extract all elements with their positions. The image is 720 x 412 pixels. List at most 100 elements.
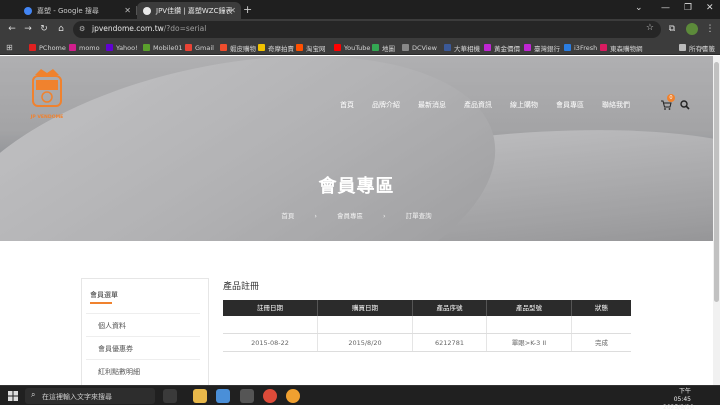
- bookmark-favicon-icon: [220, 44, 227, 51]
- scrollbar-thumb[interactable]: [714, 62, 719, 302]
- nav-products[interactable]: 產品資訊: [464, 100, 492, 112]
- bookmark-item[interactable]: PChome: [29, 42, 66, 53]
- breadcrumb-separator: ›: [314, 212, 317, 220]
- apps-grid-icon[interactable]: ⊞: [6, 43, 15, 52]
- bookmark-item[interactable]: 奇摩拍賣: [258, 42, 294, 53]
- sidebar-item-profile[interactable]: 個人資料: [86, 313, 200, 335]
- bookmark-favicon-icon: [564, 44, 571, 51]
- new-tab-button[interactable]: +: [243, 3, 252, 16]
- all-bookmarks-folder[interactable]: 所有書籤: [679, 42, 715, 53]
- bookmark-label: momo: [79, 43, 100, 52]
- address-bar[interactable]: ⚙ jpvendome.com.tw/?do=serial ☆: [73, 21, 661, 38]
- nav-shop[interactable]: 線上購物: [510, 100, 538, 112]
- file-explorer-icon[interactable]: [193, 389, 207, 403]
- bookmarks-bar: ⊞ PChome momo Yahoo! Mobile01 Gmail 蝦皮購物 奇摩拍賣 淘…: [0, 40, 720, 55]
- home-icon[interactable]: ⌂: [55, 23, 67, 35]
- menu-icon[interactable]: ⋮: [704, 23, 716, 35]
- profile-avatar[interactable]: [686, 23, 698, 35]
- bookmark-star-icon[interactable]: ☆: [646, 23, 654, 33]
- reload-icon[interactable]: ↻: [38, 23, 50, 35]
- member-sidebar: 會員選單 個人資料 會員優惠券 紅利點數明細: [81, 278, 209, 385]
- google-icon: [24, 6, 32, 15]
- site-favicon: [143, 6, 151, 15]
- bookmark-favicon-icon: [524, 44, 531, 51]
- app-icon[interactable]: [286, 389, 300, 403]
- bookmark-favicon-icon: [29, 44, 36, 51]
- close-tab-icon[interactable]: ✕: [124, 6, 131, 15]
- bookmark-item[interactable]: 臺灣銀行: [524, 42, 560, 53]
- bookmark-favicon-icon: [372, 44, 379, 51]
- bookmark-item[interactable]: 東森購物網: [600, 42, 643, 53]
- tab-title: 嘉塑 - Google 搜尋: [37, 6, 99, 15]
- bookmark-item[interactable]: 淘宝网: [296, 42, 326, 53]
- sidebar-item-coupons[interactable]: 會員優惠券: [86, 336, 200, 358]
- taskbar-search-box[interactable]: ⌕ 在這裡輸入文字來搜尋: [25, 388, 155, 404]
- bookmark-label: Yahoo!: [116, 43, 138, 52]
- tab-jpvendome[interactable]: JPV佳鑽 | 嘉塑WZC鐘表 ✕: [137, 2, 241, 19]
- bookmark-item[interactable]: Mobile01: [143, 42, 183, 53]
- bookmark-item[interactable]: i3Fresh: [564, 42, 597, 53]
- nav-member[interactable]: 會員專區: [556, 100, 584, 112]
- bookmark-item[interactable]: Yahoo!: [106, 42, 138, 53]
- system-clock[interactable]: 下午 05:45 2025/8/10: [663, 388, 694, 412]
- bookmark-label: 淘宝网: [306, 44, 326, 53]
- col-purchase-date: 購買日期: [318, 300, 413, 316]
- nav-brand[interactable]: 品牌介紹: [372, 100, 400, 112]
- nav-contact[interactable]: 聯絡我們: [602, 100, 630, 112]
- bookmark-favicon-icon: [402, 44, 409, 51]
- chrome-icon[interactable]: [263, 389, 277, 403]
- bookmark-item[interactable]: Gmail: [185, 42, 214, 53]
- tab-search-icon[interactable]: ⌄: [635, 3, 643, 13]
- bookmark-label: 臺灣銀行: [534, 44, 560, 53]
- bookmark-label: 奇摩拍賣: [268, 44, 294, 53]
- app-icon[interactable]: [240, 389, 254, 403]
- extensions-icon[interactable]: ⧉: [666, 23, 678, 35]
- nav-news[interactable]: 最新消息: [418, 100, 446, 112]
- bookmark-item[interactable]: 黃金價價: [484, 42, 520, 53]
- cell-serial: 6212781: [413, 334, 487, 351]
- web-page: JP VENDOME 首頁 品牌介紹 最新消息 產品資訊 線上購物 會員專區 聯…: [0, 56, 713, 385]
- cell: [572, 316, 631, 333]
- bookmark-item[interactable]: 地圖: [372, 42, 395, 53]
- breadcrumb-member[interactable]: 會員專區: [337, 212, 363, 220]
- bookmark-item[interactable]: 大華相機: [444, 42, 480, 53]
- back-icon[interactable]: ←: [6, 23, 18, 35]
- bookmark-label: PChome: [39, 43, 66, 52]
- forward-icon[interactable]: →: [22, 23, 34, 35]
- site-info-icon[interactable]: ⚙: [79, 25, 88, 34]
- minimize-button[interactable]: —: [661, 3, 670, 13]
- bookmark-favicon-icon: [484, 44, 491, 51]
- bookmark-label: 地圖: [382, 44, 395, 53]
- close-tab-icon[interactable]: ✕: [229, 6, 236, 15]
- close-window-button[interactable]: ✕: [706, 3, 714, 13]
- sidebar-title: 會員選單: [90, 291, 118, 299]
- sidebar-item-points[interactable]: 紅利點數明細: [86, 359, 200, 381]
- search-icon[interactable]: [680, 100, 690, 110]
- cell-register-date: 2015-08-22: [223, 334, 318, 351]
- bookmark-favicon-icon: [69, 44, 76, 51]
- hero-banner: JP VENDOME 首頁 品牌介紹 最新消息 產品資訊 線上購物 會員專區 聯…: [0, 56, 713, 241]
- task-view-icon[interactable]: [163, 389, 177, 403]
- app-icon[interactable]: [216, 389, 230, 403]
- table-row: [223, 316, 631, 334]
- search-icon: ⌕: [31, 390, 36, 399]
- url-text: jpvendome.com.tw/?do=serial: [92, 24, 207, 33]
- bookmark-item[interactable]: 蝦皮購物: [220, 42, 256, 53]
- bookmark-favicon-icon: [444, 44, 451, 51]
- bookmark-item[interactable]: momo: [69, 42, 100, 53]
- cell: [318, 316, 413, 333]
- jp-vendome-logo[interactable]: JP VENDOME: [27, 65, 67, 123]
- windows-start-icon[interactable]: [8, 391, 18, 401]
- tab-google-search[interactable]: 嘉塑 - Google 搜尋 ✕: [18, 2, 136, 19]
- nav-home[interactable]: 首頁: [340, 100, 354, 112]
- breadcrumb-home[interactable]: 首頁: [281, 212, 294, 220]
- bookmark-favicon-icon: [600, 44, 607, 51]
- bookmark-item[interactable]: YouTube: [334, 42, 370, 53]
- bookmark-favicon-icon: [258, 44, 265, 51]
- maximize-button[interactable]: ❐: [684, 3, 692, 13]
- bookmark-favicon-icon: [143, 44, 150, 51]
- page-scrollbar[interactable]: [713, 56, 720, 385]
- main-nav: 首頁 品牌介紹 最新消息 產品資訊 線上購物 會員專區 聯絡我們: [340, 100, 648, 112]
- bookmark-item[interactable]: DCView: [402, 42, 437, 53]
- bookmark-label: DCView: [412, 43, 437, 52]
